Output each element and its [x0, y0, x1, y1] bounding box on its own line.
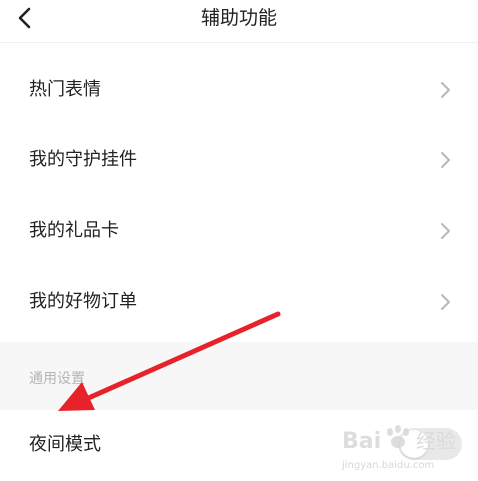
menu-item-goods-orders[interactable]: 我的好物订单	[0, 267, 478, 337]
menu-item-label: 热门表情	[29, 79, 101, 100]
chevron-right-icon	[441, 152, 450, 168]
menu-item-label: 我的守护挂件	[29, 149, 137, 170]
section-label: 通用设置	[29, 371, 85, 387]
top-bar: 辅助功能	[0, 0, 478, 43]
menu-item-label: 我的礼品卡	[29, 220, 119, 241]
section-header-general: 通用设置	[0, 342, 478, 416]
menu-item-label: 我的好物订单	[29, 291, 137, 312]
chevron-right-icon	[441, 294, 450, 310]
page-title: 辅助功能	[200, 7, 277, 29]
night-mode-label: 夜间模式	[29, 434, 101, 455]
menu-item-hot-stickers[interactable]: 热门表情	[0, 55, 478, 125]
toggle-knob	[400, 430, 428, 458]
menu-item-gift-card[interactable]: 我的礼品卡	[0, 196, 478, 266]
chevron-right-icon	[441, 82, 450, 98]
chevron-right-icon	[441, 223, 450, 239]
menu-item-guardian-pendant[interactable]: 我的守护挂件	[0, 125, 478, 195]
night-mode-toggle[interactable]	[398, 428, 462, 460]
